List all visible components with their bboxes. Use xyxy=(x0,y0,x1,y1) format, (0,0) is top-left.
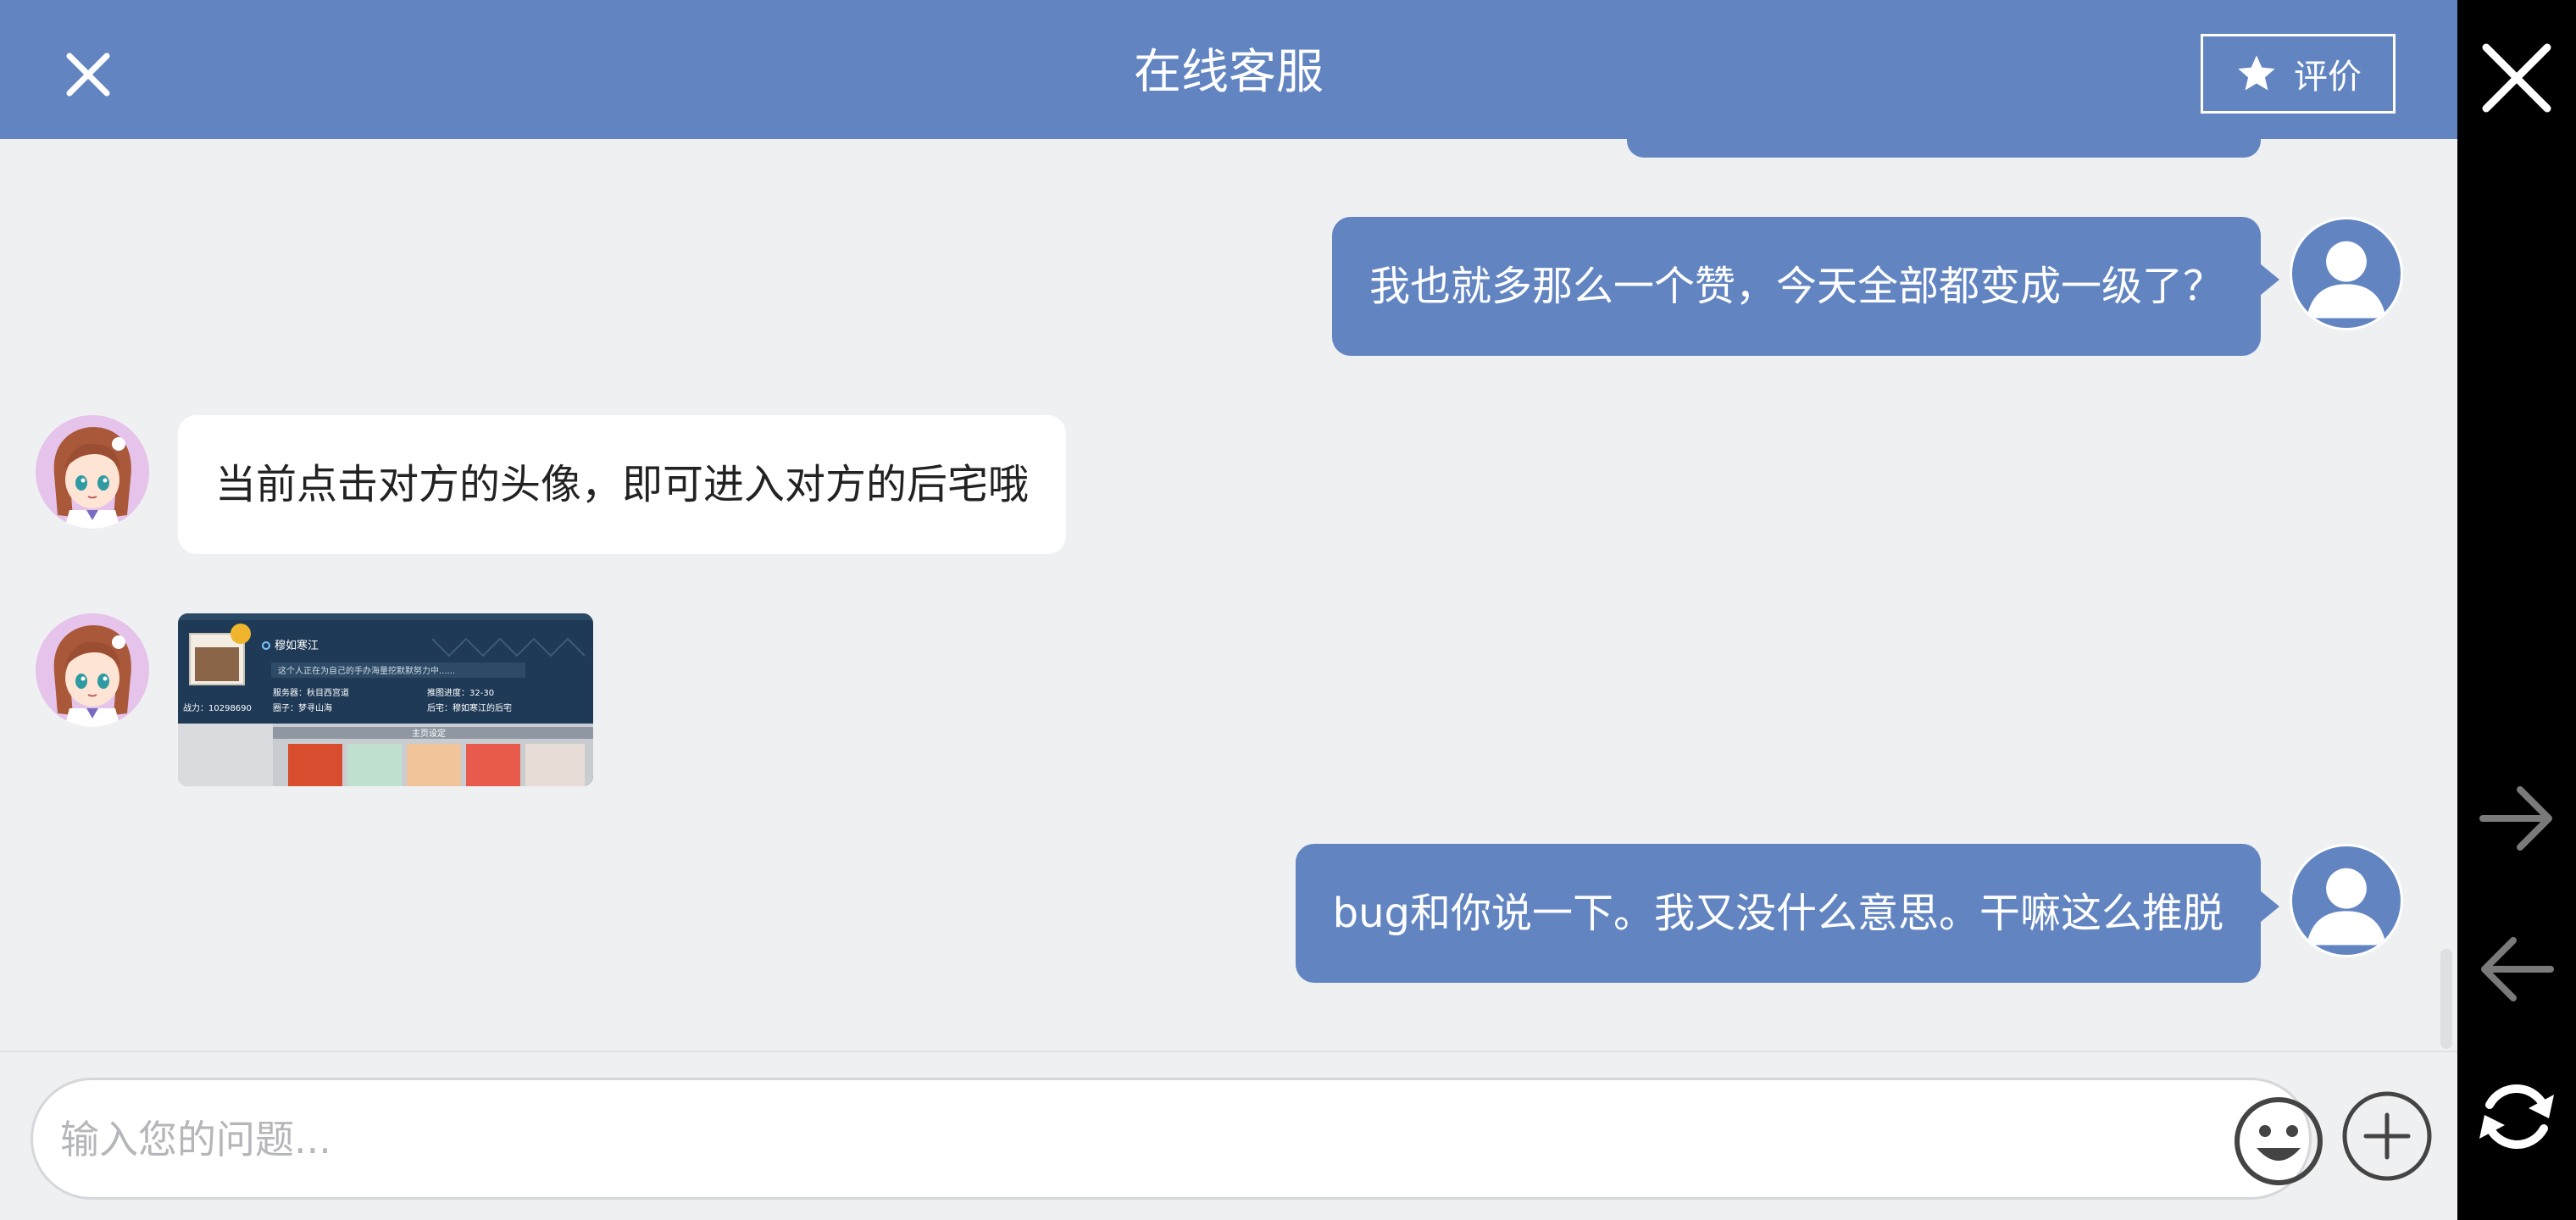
profile-home: 后宅：穆如寒江的后宅 xyxy=(427,702,512,713)
arrow-right-icon[interactable] xyxy=(2474,776,2559,861)
chat-app: 在线客服 评价 我也就多那么一个赞，今天全部都变成一级了？ 当前点击对方的头像，… xyxy=(0,0,2457,1220)
message-image-profile-screenshot[interactable]: 穆如寒江 这个人正在为自己的手办海量挖默默努力中...... 服务器：秋目西宫道… xyxy=(178,613,593,786)
message-bubble-outgoing[interactable]: 我也就多那么一个赞，今天全部都变成一级了？ xyxy=(1331,217,2261,356)
arrow-left-icon[interactable] xyxy=(2474,927,2559,1012)
user-avatar[interactable] xyxy=(2290,844,2403,957)
profile-power: 战力：10298690 xyxy=(183,702,252,713)
profile-progress: 推图进度：32-30 xyxy=(427,687,494,698)
profile-card-image: 穆如寒江 这个人正在为自己的手办海量挖默默努力中...... 服务器：秋目西宫道… xyxy=(178,613,593,786)
profile-circle: 圈子：梦寻山海 xyxy=(273,702,332,713)
rate-label: 评价 xyxy=(2294,58,2362,97)
bubble-tail xyxy=(2261,891,2279,922)
smiley-icon[interactable] xyxy=(2233,1095,2324,1187)
profile-name: 穆如寒江 xyxy=(275,639,319,652)
rate-button[interactable]: 评价 xyxy=(2201,34,2396,114)
anime-girl-avatar-icon xyxy=(36,415,149,529)
plus-circle-icon[interactable] xyxy=(2340,1090,2434,1183)
agent-avatar[interactable] xyxy=(36,613,149,727)
system-nav-bar xyxy=(2457,0,2576,1220)
message-input[interactable] xyxy=(58,1080,2214,1199)
close-icon[interactable] xyxy=(2476,37,2557,119)
input-bar xyxy=(0,1051,2457,1220)
page-title: 在线客服 xyxy=(1134,45,1324,100)
profile-server: 服务器：秋目西宫道 xyxy=(273,687,349,698)
user-avatar[interactable] xyxy=(2290,217,2403,330)
message-text: 当前点击对方的头像，即可进入对方的后宅哦 xyxy=(215,461,1030,508)
profile-signature: 这个人正在为自己的手办海量挖默默努力中...... xyxy=(278,665,455,676)
message-input-box xyxy=(31,1078,2323,1200)
header-bar: 在线客服 评价 xyxy=(0,0,2457,139)
anime-girl-avatar-icon xyxy=(36,613,149,727)
refresh-icon[interactable] xyxy=(2473,1073,2561,1161)
profile-section-label: 主页设定 xyxy=(412,728,446,739)
agent-avatar[interactable] xyxy=(36,415,149,529)
message-text: 我也就多那么一个赞，今天全部都变成一级了？ xyxy=(1368,263,2223,310)
person-icon xyxy=(2307,241,2386,319)
message-bubble-incoming[interactable]: 当前点击对方的头像，即可进入对方的后宅哦 xyxy=(178,415,1067,554)
scrollbar-thumb[interactable] xyxy=(2440,949,2452,1049)
star-icon xyxy=(2238,55,2275,91)
message-text: bug和你说一下。我又没什么意思。干嘛这么推脱 xyxy=(1332,890,2223,937)
person-icon xyxy=(2307,868,2386,946)
bubble-tail xyxy=(2261,264,2279,295)
message-bubble-outgoing[interactable]: bug和你说一下。我又没什么意思。干嘛这么推脱 xyxy=(1295,844,2261,983)
